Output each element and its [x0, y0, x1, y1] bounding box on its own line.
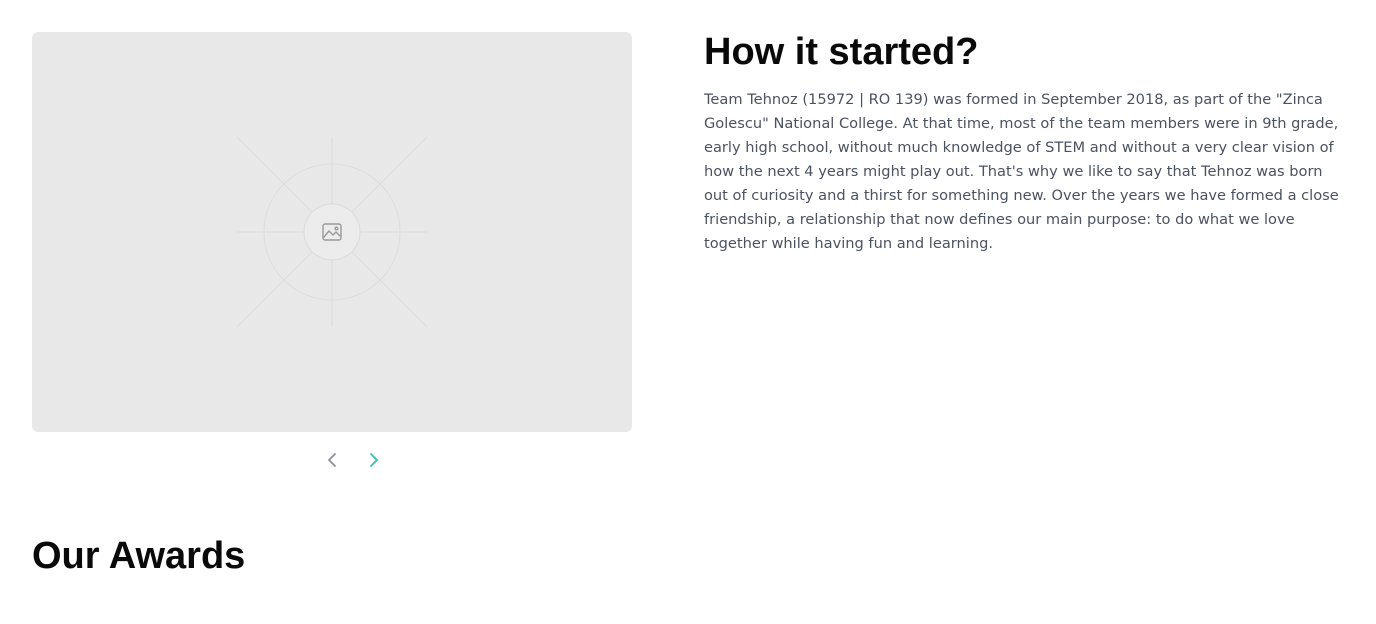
image-carousel[interactable]	[32, 32, 632, 432]
image-placeholder	[236, 136, 428, 328]
carousel-prev-button[interactable]	[318, 446, 346, 474]
carousel-navigation	[318, 446, 388, 474]
story-paragraph: Team Tehnoz (15972 | RO 139) was formed …	[704, 91, 1339, 252]
section-title-how-it-started: How it started?	[704, 31, 979, 73]
section-title-our-awards: Our Awards	[32, 535, 246, 577]
chevron-right-icon	[370, 453, 378, 467]
chevron-left-icon	[328, 453, 336, 467]
carousel-next-button[interactable]	[360, 446, 388, 474]
